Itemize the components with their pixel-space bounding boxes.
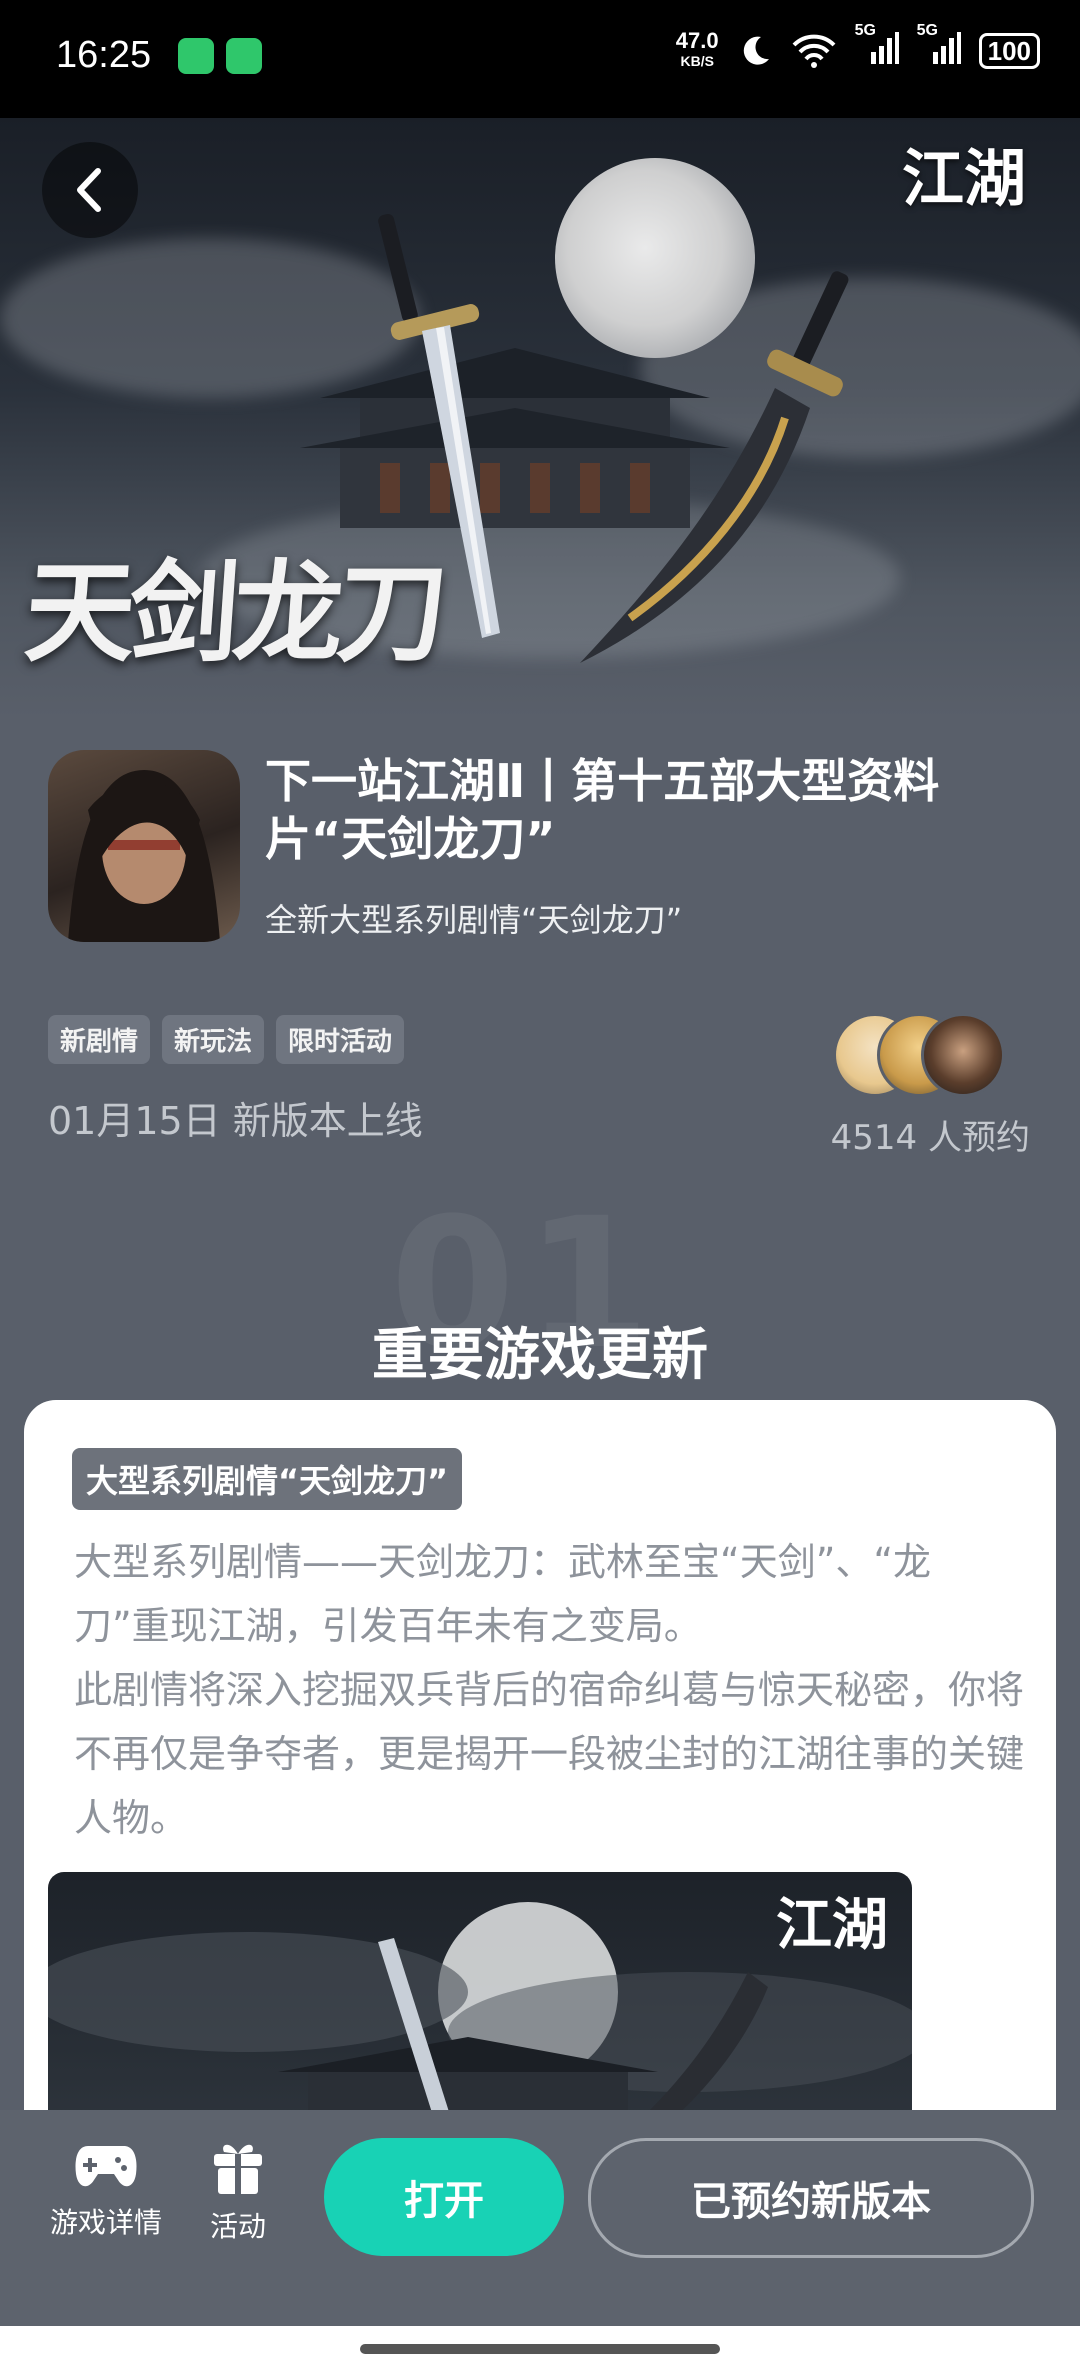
game-details-label: 游戏详情 [49,2206,162,2239]
release-date: 01月15日 新版本上线 [48,1099,423,1143]
game-logo-text: 江湖 [902,142,1027,215]
gift-icon [214,2144,262,2194]
signal-label-1: 5G [854,22,876,39]
tag-list: 新剧情 新玩法 限时活动 [48,1015,405,1064]
card-description: 大型系列剧情——天剑龙刀：武林至宝“天剑”、“龙刀”重现江湖，引发百年未有之变局… [74,1530,1024,1850]
gesture-navigation-area [0,2326,1080,2376]
activity-button[interactable]: 活动 [196,2138,280,2245]
section-title: 重要游戏更新 [372,1323,708,1388]
game-update-title: 下一站江湖Ⅱ丨第十五部大型资料片“天剑龙刀” [265,754,940,866]
reservation-count: 4514 人预约 [830,1118,1030,1158]
bottom-action-bar: 游戏详情 活动 打开 已预约新版本 [0,2110,1080,2326]
signal-label-2: 5G [916,22,938,39]
activity-label: 活动 [209,2210,266,2243]
network-speed-value: 47.0 [675,27,719,53]
gamepad-icon [75,2146,137,2187]
tag-new-story: 新剧情 [48,1015,151,1064]
signal-icon-1: 5G [855,22,899,71]
status-icons: 47.0 KB/S 5G 5G 100 [675,22,1040,71]
update-card: 大型系列剧情“天剑龙刀” 大型系列剧情——天剑龙刀：武林至宝“天剑”、“龙刀”重… [24,1400,1056,2120]
game-app-icon [48,750,240,942]
chevron-left-icon [77,168,101,212]
game-details-button[interactable]: 游戏详情 [46,2138,166,2241]
wechat-icon [178,38,214,74]
open-game-button[interactable]: 打开 [324,2138,564,2256]
moon-icon [743,36,769,65]
wifi-icon [792,34,836,68]
phone-icon [226,38,262,74]
status-bar: 16:25 47.0 KB/S 5G 5G 100 [0,0,1080,118]
back-button[interactable] [42,142,138,238]
tag-limited-event: 限时活动 [276,1015,405,1064]
card-paragraph: 大型系列剧情——天剑龙刀：武林至宝“天剑”、“龙刀”重现江湖，引发百年未有之变局… [74,1540,932,1648]
card-promo-image[interactable]: 江湖 [48,1872,912,2120]
game-logo: 江湖 [902,128,1062,228]
status-time: 16:25 [56,34,152,76]
signal-icon-2: 5G [917,22,961,71]
game-character-portrait [68,770,220,942]
network-speed: 47.0 KB/S [675,27,719,71]
home-indicator[interactable] [360,2344,720,2354]
battery-indicator: 100 [978,32,1040,69]
saber-illustration [580,271,849,663]
avatar [921,1013,1005,1097]
card-tag: 大型系列剧情“天剑龙刀” [72,1448,463,1510]
network-speed-unit: KB/S [680,52,714,69]
card-paragraph: 此剧情将深入挖掘双兵背后的宿命纠葛与惊天秘密，你将不再仅是争夺者，更是揭开一段被… [74,1668,1025,1840]
game-update-subtitle: 全新大型系列剧情“天剑龙刀” [265,901,683,939]
promo-logo: 江湖 [776,1892,888,1958]
tag-new-gameplay: 新玩法 [162,1015,265,1064]
hero-art-title: 天剑龙刀 [20,548,446,677]
reserved-version-button[interactable]: 已预约新版本 [588,2138,1034,2258]
reserved-users-avatars [833,1013,1005,1097]
